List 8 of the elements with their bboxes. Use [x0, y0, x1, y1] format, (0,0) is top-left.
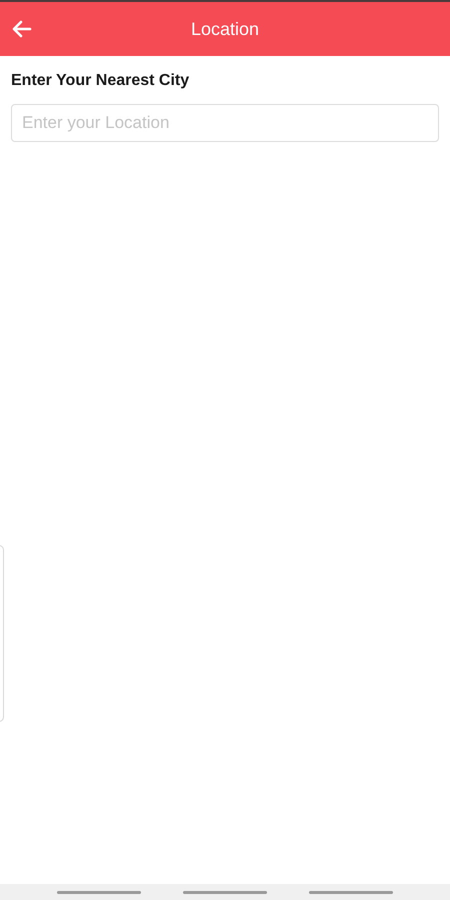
back-arrow-icon: [12, 19, 32, 39]
back-button[interactable]: [12, 19, 32, 39]
nav-handle-icon[interactable]: [183, 890, 267, 894]
screen-title: Location: [190, 18, 260, 40]
location-input-field[interactable]: Enter your Location: [11, 104, 439, 142]
nav-handle-icon[interactable]: [57, 890, 141, 894]
field-label: Enter Your Nearest City: [11, 72, 190, 90]
nav-handle-icon[interactable]: [309, 890, 393, 894]
